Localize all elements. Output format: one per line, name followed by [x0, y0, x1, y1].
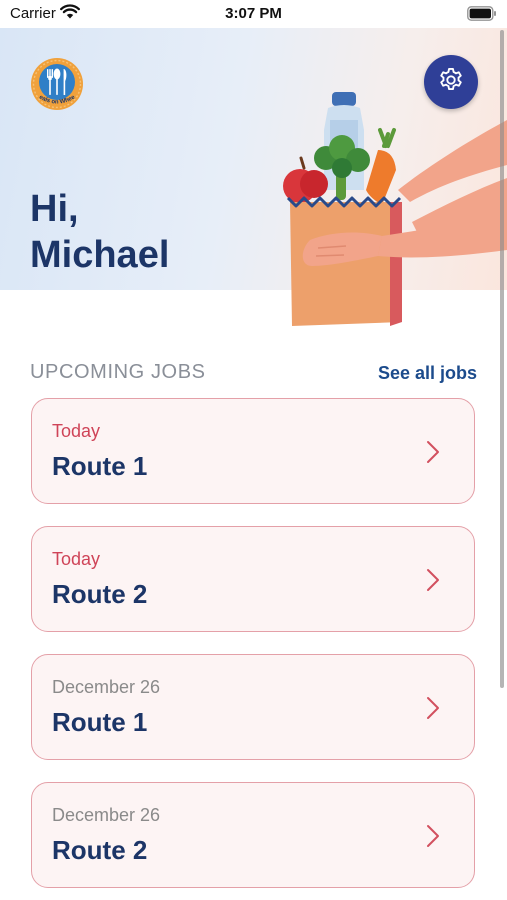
job-route-name: Route 1: [52, 451, 148, 481]
job-card[interactable]: Today Route 1: [31, 398, 475, 504]
chevron-right-icon: [426, 824, 440, 848]
scrollbar[interactable]: [500, 30, 504, 688]
job-card[interactable]: December 26 Route 2: [31, 782, 475, 888]
greeting: Hi, Michael: [30, 186, 169, 278]
job-card[interactable]: Today Route 2: [31, 526, 475, 632]
chevron-right-icon: [426, 440, 440, 464]
job-date: December 26: [52, 805, 161, 825]
chevron-right-icon: [426, 696, 440, 720]
see-all-jobs-link[interactable]: See all jobs: [378, 363, 477, 384]
chevron-right-icon: [426, 568, 440, 592]
job-date: December 26: [52, 677, 161, 697]
job-card[interactable]: December 26 Route 1: [31, 654, 475, 760]
job-date: Today: [52, 549, 101, 569]
battery-icon: [467, 6, 497, 26]
upcoming-jobs-header: UPCOMING JOBS See all jobs: [30, 358, 477, 388]
grocery-bag-illustration: [270, 90, 507, 330]
job-date: Today: [52, 421, 101, 441]
section-title: UPCOMING JOBS: [30, 361, 206, 383]
status-bar: Carrier 3:07 PM: [0, 0, 507, 28]
greeting-user-name: Michael: [30, 234, 170, 276]
job-route-name: Route 1: [52, 707, 148, 737]
status-time: 3:07 PM: [225, 5, 282, 22]
meals-on-wheels-logo: Meals on Wheels: [28, 53, 84, 111]
job-route-name: Route 2: [52, 579, 148, 609]
job-route-name: Route 2: [52, 835, 148, 865]
greeting-line-1: Hi,: [30, 188, 79, 230]
